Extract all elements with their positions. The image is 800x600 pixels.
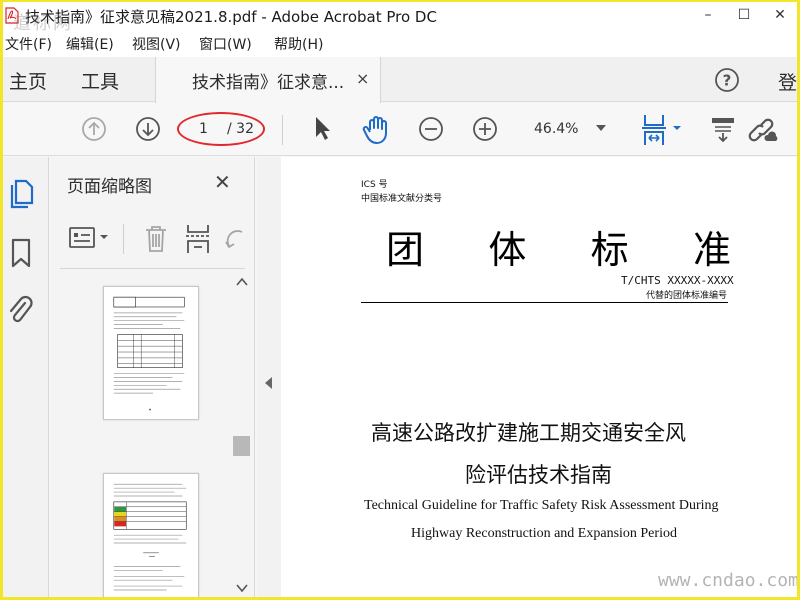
watermark-top-left: 道标网: [13, 13, 73, 34]
thumbnails-close-icon[interactable]: ✕: [214, 170, 231, 194]
thumbnails-title: 页面缩略图: [67, 177, 152, 197]
zoom-level-select[interactable]: 46.4%: [534, 121, 578, 137]
insert-page-icon[interactable]: [184, 223, 212, 255]
toolbar-separator: [282, 115, 283, 145]
read-mode-icon[interactable]: [709, 114, 739, 144]
menu-window[interactable]: 窗口(W): [199, 34, 252, 54]
close-window-button[interactable]: ✕: [761, 2, 797, 28]
menu-help[interactable]: 帮助(H): [274, 34, 323, 54]
previous-page-icon[interactable]: [81, 116, 107, 142]
replaced-standard-note: 代替的团体标准编号: [646, 291, 728, 301]
total-pages: / 32: [227, 121, 254, 137]
next-page-icon[interactable]: [135, 116, 161, 142]
window-title: 技术指南》征求意见稿2021.8.pdf - Adobe Acrobat Pro…: [25, 8, 437, 26]
help-icon[interactable]: ?: [714, 67, 740, 93]
menu-view[interactable]: 视图(V): [132, 34, 181, 54]
english-title-line1: Technical Guideline for Traffic Safety R…: [364, 498, 719, 513]
navigation-rail: [3, 157, 49, 597]
title-bar: 技术指南》征求意见稿2021.8.pdf - Adobe Acrobat Pro…: [3, 2, 797, 30]
acrobat-window: 技术指南》征求意见稿2021.8.pdf - Adobe Acrobat Pro…: [3, 2, 797, 597]
svg-text:?: ?: [723, 72, 732, 90]
attachments-icon[interactable]: [7, 293, 35, 327]
thumbnail-page-18[interactable]: [103, 473, 199, 597]
menu-bar: 文件(F) 编辑(E) 视图(V) 窗口(W) 帮助(H): [3, 30, 797, 57]
panel-collapse-handle[interactable]: [257, 157, 281, 597]
classification-number: 中国标准文献分类号: [361, 194, 443, 204]
heading-char: 团: [386, 228, 425, 272]
menu-edit[interactable]: 编辑(E): [66, 34, 114, 54]
select-cursor-icon[interactable]: [313, 115, 333, 143]
heading-char: 体: [488, 228, 527, 272]
tab-home[interactable]: 主页: [9, 67, 47, 94]
delete-page-icon[interactable]: [143, 224, 169, 254]
collapse-left-icon[interactable]: [265, 377, 272, 389]
toolbar: 1 / 32 46.4%: [3, 103, 797, 156]
share-link-icon[interactable]: [747, 113, 781, 145]
heading-char: 标: [590, 228, 629, 272]
document-type-heading: 团 体 标 准: [386, 219, 731, 274]
heading-char: 准: [692, 228, 731, 272]
english-title-line2: Highway Reconstruction and Expansion Per…: [411, 526, 677, 541]
tab-close-icon[interactable]: ×: [356, 69, 369, 88]
thumbnails-toolbar: [50, 212, 255, 262]
header-rule: [361, 302, 728, 303]
maximize-button[interactable]: ☐: [725, 2, 763, 28]
ics-number: ICS 号: [361, 180, 388, 190]
hand-tool-icon[interactable]: [361, 113, 393, 145]
thumbnail-scrollbar[interactable]: [233, 273, 251, 597]
document-title-line1: 高速公路改扩建施工期交通安全风: [371, 421, 686, 445]
current-page-input[interactable]: 1: [199, 121, 208, 137]
tab-bar: 主页 工具 技术指南》征求意... × ? 登: [3, 57, 797, 103]
zoom-dropdown-icon[interactable]: [596, 125, 606, 131]
document-page[interactable]: ICS 号 中国标准文献分类号 团 体 标 准 T/CHTS XXXXX-XXX…: [281, 157, 797, 597]
zoom-out-icon[interactable]: [418, 116, 444, 142]
thumbnail-page-17[interactable]: [103, 286, 199, 420]
toolbar-separator: [123, 224, 124, 254]
scrollbar-thumb[interactable]: [233, 436, 250, 456]
sign-in-link[interactable]: 登: [778, 68, 797, 95]
page-thumbnails-icon[interactable]: [8, 177, 36, 209]
standard-code: T/CHTS XXXXX-XXXX: [621, 274, 734, 287]
tab-tools[interactable]: 工具: [81, 67, 119, 94]
thumbnail-options-icon[interactable]: [68, 225, 112, 251]
tab-document-label: 技术指南》征求意...: [192, 73, 345, 93]
watermark-bottom-right: www.cndao.com: [658, 570, 797, 591]
tab-document[interactable]: 技术指南》征求意... ×: [155, 57, 381, 103]
document-title-line2: 险评估技术指南: [465, 463, 612, 487]
thumbnails-panel: 页面缩略图 ✕ 17: [50, 157, 255, 597]
fit-page-icon[interactable]: [641, 113, 687, 147]
menu-file[interactable]: 文件(F): [5, 34, 52, 54]
zoom-in-icon[interactable]: [472, 116, 498, 142]
minimize-button[interactable]: –: [689, 2, 727, 28]
rotate-page-icon[interactable]: [224, 224, 246, 254]
thumbnail-list: 17: [50, 269, 230, 597]
bookmarks-icon[interactable]: [10, 237, 32, 269]
